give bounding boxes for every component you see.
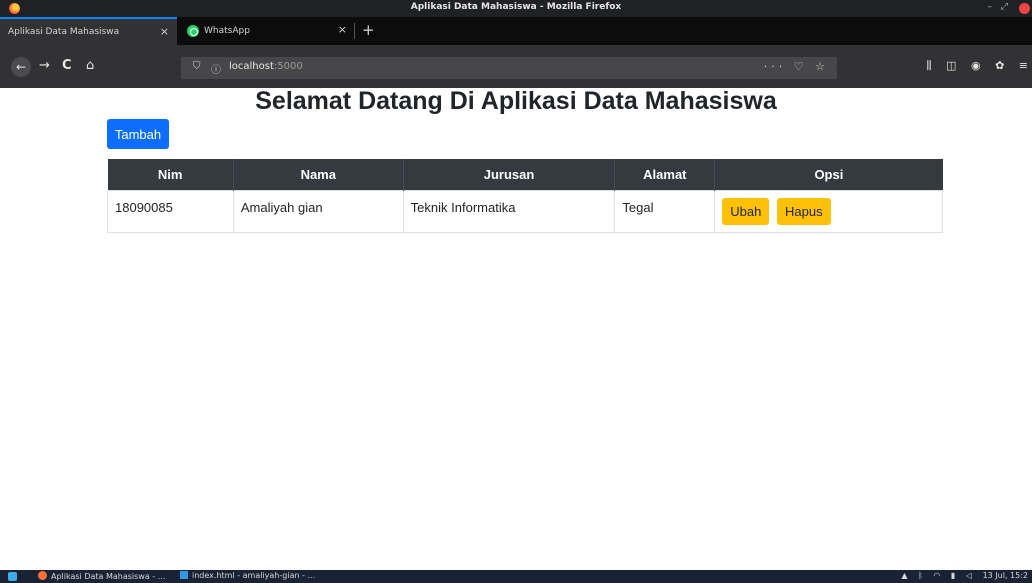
page-title: Selamat Datang Di Aplikasi Data Mahasisw… bbox=[255, 87, 777, 115]
tab-aplikasi[interactable]: Aplikasi Data Mahasiswa × bbox=[0, 17, 177, 45]
navigation-bar: ← → C ⌂ ⛉ ⓘ localhost:5000 ··· ♡ ☆ ⫼ ◫ ◉… bbox=[0, 45, 1032, 88]
page-actions[interactable]: ··· ♡ ☆ bbox=[764, 60, 829, 73]
url-bar[interactable]: ⛉ ⓘ localhost:5000 ··· ♡ ☆ bbox=[181, 57, 837, 79]
table-row: 18090085 Amaliyah gian Teknik Informatik… bbox=[107, 189, 943, 233]
window-close-icon[interactable] bbox=[1019, 3, 1030, 14]
tab-separator bbox=[354, 23, 355, 39]
tab-whatsapp[interactable]: WhatsApp × bbox=[177, 17, 355, 45]
tab-label: Aplikasi Data Mahasiswa bbox=[8, 27, 120, 37]
info-icon[interactable]: ⓘ bbox=[211, 61, 221, 76]
firefox-icon bbox=[38, 571, 47, 580]
student-table: Nim Nama Jurusan Alamat Opsi 18090085 Am… bbox=[107, 159, 943, 233]
cell-nama: Amaliyah gian bbox=[232, 189, 404, 233]
sidebar-icon[interactable]: ◫ bbox=[946, 59, 956, 72]
table-header-row: Nim Nama Jurusan Alamat Opsi bbox=[107, 159, 943, 190]
tab-bar: Aplikasi Data Mahasiswa × WhatsApp × bbox=[0, 17, 1032, 45]
volume-icon[interactable]: ◁ bbox=[966, 571, 972, 580]
menu-icon[interactable]: ≡ bbox=[1019, 59, 1028, 72]
url-text[interactable]: localhost:5000 bbox=[229, 61, 303, 72]
tab-close-icon[interactable]: × bbox=[160, 25, 169, 38]
new-tab-button[interactable]: + bbox=[362, 21, 375, 39]
edit-button[interactable]: Ubah bbox=[722, 197, 770, 225]
header-jurusan: Jurusan bbox=[402, 159, 615, 190]
window-titlebar: Aplikasi Data Mahasiswa - Mozilla Firefo… bbox=[0, 0, 1032, 17]
notification-icon[interactable]: ▲ bbox=[901, 571, 907, 580]
cell-opsi: Ubah Hapus bbox=[714, 189, 943, 233]
back-button[interactable]: ← bbox=[11, 57, 31, 77]
tab-label: WhatsApp bbox=[204, 26, 250, 36]
os-taskbar: Aplikasi Data Mahasiswa - ... index.html… bbox=[0, 570, 1032, 583]
cell-alamat: Tegal bbox=[614, 189, 716, 233]
battery-icon[interactable]: ▮ bbox=[951, 571, 955, 580]
home-button[interactable]: ⌂ bbox=[86, 57, 94, 75]
minimize-icon[interactable]: – bbox=[988, 2, 993, 12]
reload-button[interactable]: C bbox=[62, 57, 72, 75]
header-alamat: Alamat bbox=[614, 159, 715, 190]
shield-icon[interactable]: ⛉ bbox=[193, 61, 201, 72]
taskbar-firefox-item[interactable]: Aplikasi Data Mahasiswa - ... bbox=[38, 571, 165, 581]
delete-button[interactable]: Hapus bbox=[776, 197, 831, 225]
header-nama: Nama bbox=[232, 159, 404, 190]
start-menu-icon[interactable] bbox=[8, 572, 17, 581]
toolbar-right: ⫼ ◫ ◉ ✿ ≡ bbox=[915, 59, 1028, 73]
header-nim: Nim bbox=[107, 159, 234, 190]
extension-icon[interactable]: ✿ bbox=[995, 59, 1004, 72]
tab-close-icon[interactable]: × bbox=[338, 23, 347, 36]
header-opsi: Opsi bbox=[714, 159, 943, 190]
cell-nim: 18090085 bbox=[107, 189, 234, 233]
system-tray: ▲ ᛒ ◠ ▮ ◁ 13 Jul, 15:2 bbox=[893, 571, 1028, 580]
add-button[interactable]: Tambah bbox=[107, 119, 169, 149]
vscode-icon bbox=[180, 571, 188, 579]
library-icon[interactable]: ⫼ bbox=[926, 59, 931, 72]
cell-jurusan: Teknik Informatika bbox=[402, 189, 616, 233]
whatsapp-icon bbox=[187, 25, 199, 37]
clock[interactable]: 13 Jul, 15:2 bbox=[983, 571, 1028, 580]
taskbar-vscode-item[interactable]: index.html - amaliyah-gian - ... bbox=[180, 571, 315, 580]
maximize-icon[interactable]: ⤢ bbox=[1001, 2, 1008, 12]
bluetooth-icon[interactable]: ᛒ bbox=[918, 571, 923, 580]
window-title: Aplikasi Data Mahasiswa - Mozilla Firefo… bbox=[410, 2, 622, 12]
forward-button[interactable]: → bbox=[39, 57, 50, 75]
account-icon[interactable]: ◉ bbox=[971, 59, 981, 72]
wifi-icon[interactable]: ◠ bbox=[933, 571, 940, 580]
